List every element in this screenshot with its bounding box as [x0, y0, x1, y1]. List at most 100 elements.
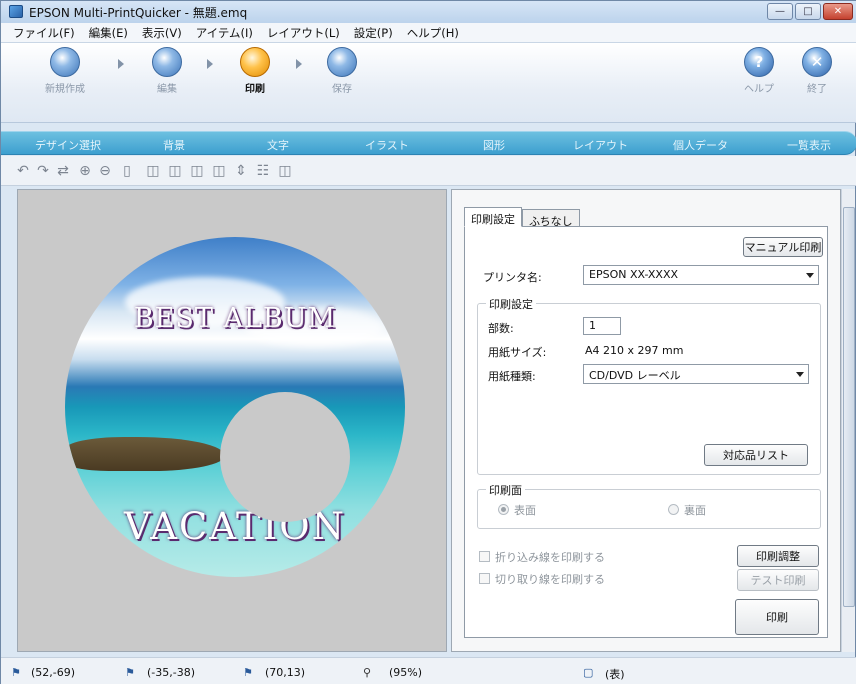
print-adjust-button[interactable]: 印刷調整	[737, 545, 819, 567]
zoom-out-icon[interactable]: ⊖	[97, 163, 113, 179]
copies-label: 部数:	[488, 322, 514, 335]
fold-line-checkbox[interactable]	[479, 551, 490, 562]
paper-type-select[interactable]: CD/DVD レーベル	[583, 364, 809, 384]
close-button[interactable]: ✕	[823, 3, 853, 20]
supported-list-button[interactable]: 対応品リスト	[704, 444, 808, 466]
tab-background[interactable]: 背景	[163, 137, 185, 153]
side-icon: ▢	[583, 666, 594, 679]
group-icon[interactable]: ◫	[277, 163, 293, 179]
paper-size-label: 用紙サイズ:	[488, 346, 547, 359]
redo-icon[interactable]: ↷	[35, 163, 51, 179]
menu-layout[interactable]: レイアウト(L)	[263, 25, 344, 41]
flip-icon[interactable]: ⇕	[233, 163, 249, 179]
tab-list-view[interactable]: 一覧表示	[787, 137, 831, 153]
menu-settings[interactable]: 設定(P)	[350, 25, 397, 41]
disc-title-top[interactable]: BEST ALBUM	[65, 303, 405, 334]
undo-icon[interactable]: ↶	[15, 163, 31, 179]
scrollbar-thumb[interactable]	[843, 207, 855, 607]
design-tab-bar: デザイン選択 背景 文字 イラスト 図形 レイアウト 個人データ 一覧表示	[1, 131, 856, 155]
object-size-readout: (70,13)	[265, 666, 306, 679]
paper-size-value: A4 210 x 297 mm	[585, 344, 684, 357]
step-new-label: 新規作成	[45, 84, 85, 95]
tab-text[interactable]: 文字	[267, 137, 289, 153]
edit-toolbar: ↶ ↷ ⇄ ⊕ ⊖ ▯ ◫ ◫ ◫ ◫ ⇕ ☷ ◫	[1, 156, 856, 186]
exit-icon: ✕	[802, 47, 832, 77]
paper-type-value: CD/DVD レーベル	[589, 369, 681, 382]
save-icon	[327, 47, 357, 77]
zoom-in-icon[interactable]: ⊕	[77, 163, 93, 179]
printer-label: プリンタ名:	[483, 271, 542, 284]
bring-front-icon[interactable]: ◫	[145, 163, 161, 179]
forward-icon[interactable]: ◫	[189, 163, 205, 179]
print-icon	[240, 47, 270, 77]
menu-edit[interactable]: 編集(E)	[85, 25, 132, 41]
fit-icon[interactable]: ⇄	[55, 163, 71, 179]
print-settings-panel: 印刷設定 ふちなし マニュアル印刷 プリンタ名: EPSON XX-XXXX 印…	[451, 189, 841, 652]
test-print-button[interactable]: テスト印刷	[737, 569, 819, 591]
menu-item[interactable]: アイテム(I)	[192, 25, 257, 41]
fold-line-label: 折り込み線を印刷する	[495, 551, 605, 564]
disc-title-bottom[interactable]: VACATION	[65, 505, 405, 548]
side-back-label: 裏面	[684, 504, 706, 517]
edit-icon	[152, 47, 182, 77]
printer-select[interactable]: EPSON XX-XXXX	[583, 265, 819, 285]
maximize-button[interactable]: □	[795, 3, 821, 20]
help-label: ヘルプ	[744, 84, 774, 95]
menu-file[interactable]: ファイル(F)	[9, 25, 79, 41]
send-back-icon[interactable]: ◫	[167, 163, 183, 179]
side-front-label: 表面	[514, 504, 536, 517]
tab-layout[interactable]: レイアウト	[573, 137, 628, 153]
step-save-button[interactable]: 保存	[314, 47, 370, 95]
step-save-label: 保存	[332, 84, 352, 95]
step-new-button[interactable]: 新規作成	[37, 47, 93, 95]
workflow-toolbar: 新規作成 編集 印刷 保存 ? ヘルプ ✕ 終了	[1, 43, 856, 123]
side-front-radio[interactable]	[498, 504, 509, 515]
zoom-icon: ⚲	[363, 666, 372, 679]
step-edit-label: 編集	[157, 84, 177, 95]
menu-view[interactable]: 表示(V)	[138, 25, 186, 41]
status-bar: ⚑ (52,-69) ⚑ (-35,-38) ⚑ (70,13) ⚲ (95%)…	[1, 657, 856, 684]
side-readout: (表)	[605, 668, 625, 681]
new-document-icon	[50, 47, 80, 77]
cursor-position-icon: ⚑	[11, 666, 21, 679]
printer-value: EPSON XX-XXXX	[589, 268, 679, 281]
tab-print-settings[interactable]: 印刷設定	[464, 207, 522, 227]
window-title: EPSON Multi-PrintQuicker - 無題.emq	[29, 6, 248, 20]
close-icon: ✕	[833, 6, 843, 17]
copies-value: 1	[589, 319, 596, 332]
title-bar: EPSON Multi-PrintQuicker - 無題.emq — □ ✕	[1, 1, 856, 23]
help-icon: ?	[744, 47, 774, 77]
minimize-button[interactable]: —	[767, 3, 793, 20]
tab-personal-data[interactable]: 個人データ	[673, 137, 728, 153]
menu-help[interactable]: ヘルプ(H)	[403, 25, 463, 41]
step-arrow-icon	[296, 59, 302, 69]
disc-background-image	[65, 437, 225, 471]
menu-bar: ファイル(F) 編集(E) 表示(V) アイテム(I) レイアウト(L) 設定(…	[1, 23, 856, 43]
tab-borderless[interactable]: ふちなし	[522, 209, 580, 228]
step-print-button[interactable]: 印刷	[227, 47, 283, 95]
design-canvas[interactable]: BEST ALBUM VACATION	[17, 189, 447, 652]
tab-design-select[interactable]: デザイン選択	[35, 137, 101, 153]
help-button[interactable]: ? ヘルプ	[731, 47, 787, 95]
disc-label-preview[interactable]: BEST ALBUM VACATION	[65, 237, 405, 577]
copies-stepper[interactable]: 1	[583, 317, 621, 335]
print-button[interactable]: 印刷	[735, 599, 819, 635]
side-back-radio[interactable]	[668, 504, 679, 515]
step-edit-button[interactable]: 編集	[139, 47, 195, 95]
align-icon[interactable]: ☷	[255, 163, 271, 179]
manual-print-button[interactable]: マニュアル印刷	[743, 237, 823, 257]
app-window: EPSON Multi-PrintQuicker - 無題.emq — □ ✕ …	[0, 0, 856, 684]
cut-line-checkbox[interactable]	[479, 573, 490, 584]
tab-shapes[interactable]: 図形	[483, 137, 505, 153]
panel-scrollbar[interactable]	[841, 189, 855, 652]
object-size-icon: ⚑	[243, 666, 253, 679]
disc-center-hole	[220, 392, 350, 522]
step-arrow-icon	[207, 59, 213, 69]
print-settings-group: 印刷設定 部数: 1 用紙サイズ: A4 210 x 297 mm 用紙種類: …	[477, 296, 821, 475]
delete-icon[interactable]: ▯	[119, 163, 135, 179]
tab-illustration[interactable]: イラスト	[365, 137, 409, 153]
step-print-label: 印刷	[245, 84, 265, 95]
app-icon	[9, 5, 23, 18]
exit-button[interactable]: ✕ 終了	[789, 47, 845, 95]
backward-icon[interactable]: ◫	[211, 163, 227, 179]
